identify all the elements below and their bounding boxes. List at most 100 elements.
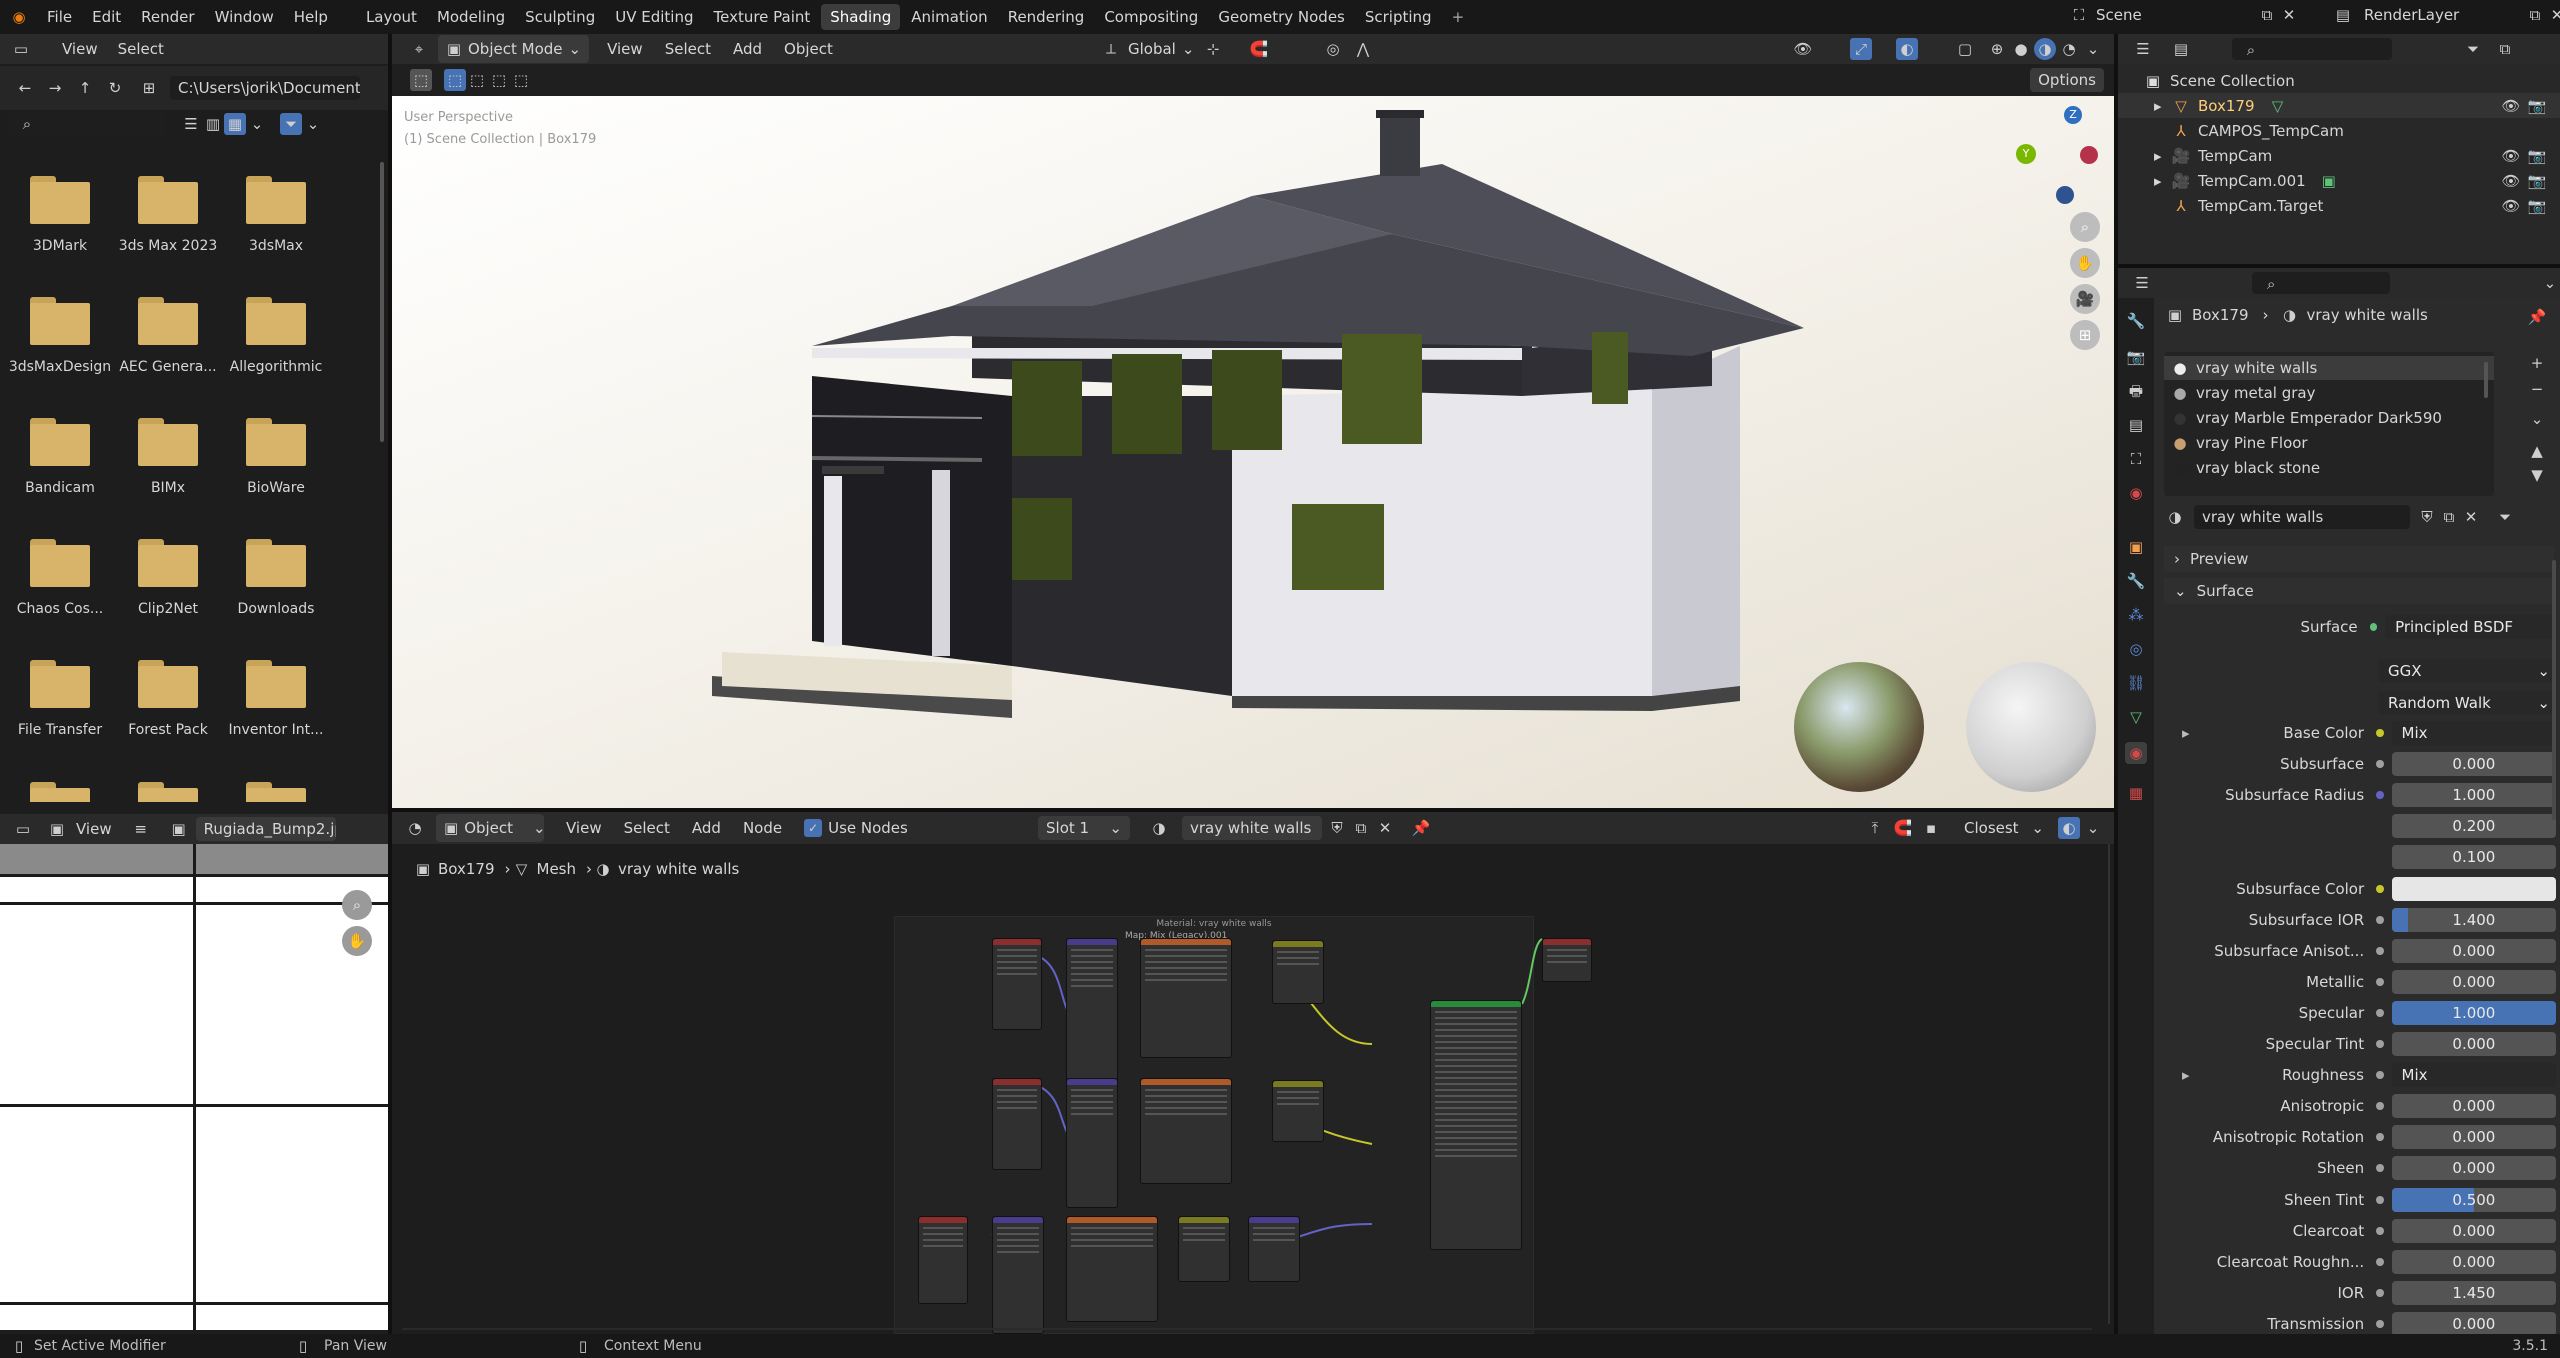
path-field[interactable]: C:\Users\jorik\Documents\ [170, 76, 360, 100]
search-field[interactable]: ⌕ [8, 112, 166, 136]
slots-scrollbar[interactable] [2484, 362, 2488, 398]
se-menu-select[interactable]: Select [624, 819, 670, 837]
chevron-down-icon[interactable]: ⌄ [302, 113, 324, 135]
tab-animation[interactable]: Animation [902, 4, 996, 30]
socket-icon[interactable] [2375, 1071, 2384, 1079]
mix-node[interactable] [1272, 1080, 1324, 1142]
folder-item[interactable] [222, 782, 330, 802]
select-box-icon[interactable]: ⬚ [444, 69, 466, 91]
new-folder-icon[interactable]: ⊞ [138, 77, 160, 99]
tab-compositing[interactable]: Compositing [1095, 4, 1207, 30]
camera-render-icon[interactable]: 📷 [2526, 145, 2548, 167]
select-tool-icon[interactable]: ⬚ [410, 69, 432, 91]
socket-icon[interactable] [2376, 1320, 2384, 1328]
editor-type-icon[interactable]: ◔ [404, 817, 426, 839]
add-slot-icon[interactable]: + [2526, 352, 2548, 374]
property-value-field[interactable]: 1.000 [2391, 1001, 2556, 1025]
property-value-field[interactable]: Mix [2391, 1063, 2556, 1087]
se-menu-view[interactable]: View [566, 819, 602, 837]
eye-icon[interactable]: 👁 [2500, 145, 2522, 167]
pin-icon[interactable]: 📌 [2526, 306, 2548, 328]
display-mode-icon[interactable]: ▤ [2170, 38, 2192, 60]
tab-layout[interactable]: Layout [357, 4, 426, 30]
snap-target-icon[interactable]: ▪ [1920, 817, 1942, 839]
filter-icon[interactable]: ⏷ [2462, 38, 2484, 60]
parent-dir-icon[interactable]: ↑ [74, 77, 96, 99]
display-list-icon[interactable]: ☰ [180, 113, 202, 135]
tool-tab-icon[interactable]: 🔧 [2125, 310, 2147, 332]
image-texture-node[interactable] [1140, 938, 1232, 1058]
vp-menu-select[interactable]: Select [665, 40, 711, 58]
mix-node[interactable] [1272, 940, 1324, 1004]
mapping-node[interactable] [1066, 938, 1118, 1088]
material-slot[interactable]: ● vray black stone [2164, 455, 2494, 480]
folder-item[interactable]: File Transfer [6, 660, 114, 738]
shading-rendered-icon[interactable]: ◔ [2058, 38, 2080, 60]
overlay-icon[interactable]: ◐ [2058, 817, 2080, 839]
refresh-icon[interactable]: ↻ [104, 77, 126, 99]
vp-menu-add[interactable]: Add [733, 40, 762, 58]
snap-icon[interactable]: 🧲 [1892, 817, 1914, 839]
tab-texture-paint[interactable]: Texture Paint [704, 4, 819, 30]
expand-arrow-icon[interactable]: ▸ [2182, 724, 2190, 742]
outliner-item[interactable]: ⅄ TempCam.Target 👁 📷 [2118, 193, 2560, 218]
vp-menu-view[interactable]: View [607, 40, 643, 58]
material-browse-icon[interactable]: ◑ [1148, 817, 1170, 839]
falloff-icon[interactable]: ⋀ [1352, 38, 1374, 60]
socket-icon[interactable] [2376, 1196, 2384, 1204]
vp-menu-object[interactable]: Object [784, 40, 833, 58]
editor-type-icon[interactable]: ⌖ [408, 38, 430, 60]
folder-item[interactable]: AEC Genera... [114, 297, 222, 375]
property-value-field[interactable]: 1.400 [2391, 908, 2556, 932]
image-name-field[interactable]: Rugiada_Bump2.jpg [195, 817, 336, 841]
gizmo-z-axis[interactable]: Z [2064, 106, 2082, 124]
physics-tab-icon[interactable]: ◎ [2125, 638, 2147, 660]
editor-type-icon[interactable]: ☰ [2132, 38, 2154, 60]
socket-icon[interactable] [2376, 1289, 2384, 1297]
proportional-edit-icon[interactable]: ◎ [1322, 38, 1344, 60]
socket-icon[interactable] [2376, 978, 2384, 986]
particles-tab-icon[interactable]: ⁂ [2125, 604, 2147, 626]
property-value-field[interactable]: 0.000 [2391, 939, 2556, 963]
socket-icon[interactable] [2376, 1258, 2384, 1266]
tab-sculpting[interactable]: Sculpting [516, 4, 604, 30]
close-icon[interactable]: ✕ [1374, 817, 1396, 839]
material-tab-icon[interactable]: ◉ [2125, 742, 2147, 764]
editor-type-icon[interactable]: ☰ [2132, 272, 2152, 294]
tab-uv-editing[interactable]: UV Editing [606, 4, 702, 30]
image-texture-node[interactable] [1140, 1078, 1232, 1184]
output-tab-icon[interactable]: 🖶 [2125, 380, 2147, 402]
property-value-field[interactable]: 0.000 [2391, 752, 2556, 776]
chevron-right-icon[interactable]: ▸ [2154, 172, 2170, 190]
outliner-item[interactable]: ▸ 🎥 TempCam 👁 📷 [2118, 143, 2560, 168]
material-slot[interactable]: ● vray white walls [2164, 356, 2494, 380]
material-name-field[interactable]: vray white walls [1182, 816, 1322, 840]
chevron-down-icon[interactable]: ⌄ [2540, 272, 2560, 294]
image-canvas[interactable]: ⌕ ✋ [0, 844, 388, 1330]
image-texture-node[interactable] [1066, 1216, 1158, 1322]
object-tab-icon[interactable]: ▣ [2125, 536, 2147, 558]
view-layer-tab-icon[interactable]: ▤ [2125, 414, 2147, 436]
property-value-field[interactable]: 0.000 [2391, 1219, 2556, 1243]
material-browse-icon[interactable]: ◑ [2164, 506, 2186, 528]
se-menu-add[interactable]: Add [692, 819, 721, 837]
outliner-item[interactable]: ▸ 🎥 TempCam.001 ▣ 👁 📷 [2118, 168, 2560, 193]
fb-menu-view[interactable]: View [62, 40, 98, 58]
bump-node[interactable] [1248, 1216, 1300, 1282]
se-menu-node[interactable]: Node [743, 819, 782, 837]
modifier-tab-icon[interactable]: 🔧 [2125, 570, 2147, 592]
gizmo-icon[interactable]: ⤢ [1850, 38, 1872, 60]
properties-scrollbar[interactable] [2552, 560, 2556, 820]
image-mode-icon[interactable]: ▣ [46, 818, 68, 840]
camera-render-icon[interactable]: 📷 [2526, 170, 2548, 192]
principled-bsdf-node[interactable] [1430, 1000, 1522, 1250]
menu-render[interactable]: Render [132, 4, 203, 30]
menu-window[interactable]: Window [206, 4, 283, 30]
material-slot[interactable]: ● vray Marble Emperador Dark590 [2164, 405, 2494, 430]
folder-item[interactable] [6, 782, 114, 802]
slot-dropdown[interactable]: Slot 1 ⌄ [1038, 816, 1130, 840]
forward-icon[interactable]: → [44, 77, 66, 99]
folder-item[interactable]: Bandicam [6, 418, 114, 496]
snap-mode-dropdown[interactable]: Closest ⌄ [1956, 816, 2052, 840]
folder-item[interactable]: Forest Pack [114, 660, 222, 738]
